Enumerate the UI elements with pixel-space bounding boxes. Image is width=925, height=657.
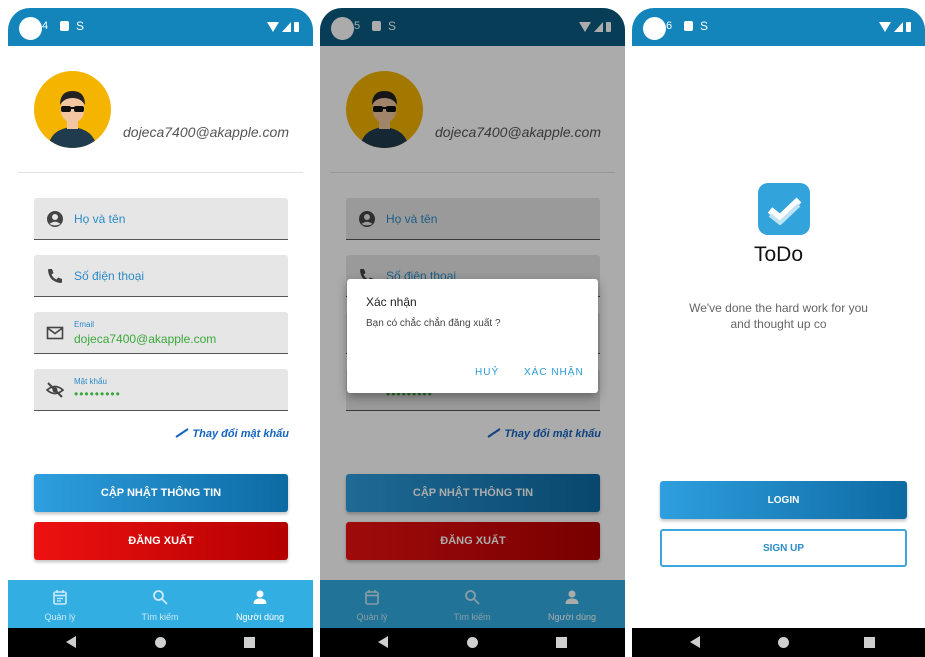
- phone-logout-dialog-screen: 5 S dojeca7400@akapple.com Họ và tên Số …: [320, 8, 625, 657]
- dialog-confirm-button[interactable]: XÁC NHẬN: [524, 367, 584, 378]
- status-icons: [879, 22, 911, 32]
- nav-item-search[interactable]: Tìm kiếm: [110, 580, 210, 628]
- email-value: dojeca7400@akapple.com: [74, 332, 217, 346]
- logout-button[interactable]: ĐĂNG XUẤT: [34, 522, 288, 560]
- home-icon[interactable]: [155, 637, 166, 648]
- nav-label-manage: Quản lý: [44, 612, 76, 622]
- camera-cutout: [19, 17, 42, 40]
- system-navigation-bar: [320, 628, 625, 657]
- calendar-icon: [53, 590, 67, 605]
- divider: [18, 172, 303, 173]
- recents-icon[interactable]: [864, 637, 875, 648]
- status-icons: [267, 22, 299, 32]
- status-bar: 6 S: [632, 8, 925, 46]
- back-icon[interactable]: [378, 636, 388, 648]
- app-logo: [758, 183, 810, 235]
- home-icon[interactable]: [467, 637, 478, 648]
- wifi-icon: [879, 22, 891, 32]
- visibility-off-icon[interactable]: [46, 381, 64, 399]
- dialog-message: Bạn có chắc chắn đăng xuất ?: [366, 318, 501, 329]
- home-icon[interactable]: [778, 637, 789, 648]
- profile-email: dojeca7400@akapple.com: [123, 124, 289, 140]
- tagline-line-2: and thought up co: [730, 317, 827, 331]
- nav-label-search: Tìm kiếm: [141, 612, 179, 622]
- signup-button[interactable]: SIGN UP: [660, 529, 907, 567]
- wifi-icon: [267, 22, 279, 32]
- password-value: •••••••••: [74, 387, 121, 401]
- status-bar: 4 S: [8, 8, 313, 46]
- full-name-label: Họ và tên: [74, 212, 126, 226]
- pencil-icon: [175, 428, 189, 438]
- phone-label: Số điện thoại: [74, 269, 145, 283]
- back-icon[interactable]: [66, 636, 76, 648]
- logout-confirm-dialog: Xác nhận Bạn có chắc chắn đăng xuất ? HU…: [347, 279, 598, 393]
- app-name: ToDo: [753, 243, 804, 266]
- update-info-button[interactable]: CẬP NHẬT THÔNG TIN: [34, 474, 288, 512]
- camera-cutout: [643, 17, 666, 40]
- search-icon: [153, 590, 168, 605]
- sd-card-icon: [684, 21, 693, 31]
- password-label: Mật khẩu: [74, 377, 107, 386]
- system-navigation-bar: [632, 628, 925, 657]
- mail-icon: [46, 326, 64, 340]
- nav-label-user: Người dùng: [236, 612, 284, 622]
- email-field[interactable]: Email dojeca7400@akapple.com: [34, 312, 288, 354]
- status-time: 4: [42, 20, 49, 32]
- tagline-line-1: We've done the hard work for you: [689, 301, 868, 315]
- notification-icon: S: [76, 19, 85, 33]
- person-icon: [253, 590, 267, 604]
- phone-icon: [48, 269, 62, 283]
- recents-icon[interactable]: [556, 637, 567, 648]
- avatar[interactable]: [34, 71, 111, 148]
- phone-profile-screen: 4 S dojeca7400@akapple.com Họ và tên Số …: [8, 8, 313, 657]
- change-password-link[interactable]: Thay đổi mật khẩu: [175, 428, 289, 440]
- checkmark-logo-icon: [767, 197, 802, 225]
- change-password-label: Thay đổi mật khẩu: [192, 428, 289, 440]
- login-button[interactable]: LOGIN: [660, 481, 907, 519]
- avatar-person-icon: [48, 91, 97, 148]
- bottom-navigation: Quản lý Tìm kiếm Người dùng: [8, 580, 313, 628]
- account-circle-icon: [47, 211, 63, 227]
- phone-welcome-screen: 6 S ToDo We've done the hard work for yo…: [632, 8, 925, 657]
- phone-field[interactable]: Số điện thoại: [34, 255, 288, 297]
- full-name-field[interactable]: Họ và tên: [34, 198, 288, 240]
- tagline: We've done the hard work for you and tho…: [632, 300, 925, 332]
- sd-card-icon: [60, 21, 69, 31]
- back-icon[interactable]: [690, 636, 700, 648]
- email-label: Email: [74, 320, 95, 329]
- screenshot-stage: 4 S dojeca7400@akapple.com Họ và tên Số …: [0, 0, 925, 657]
- battery-icon: [294, 22, 299, 32]
- battery-icon: [906, 22, 911, 32]
- system-navigation-bar: [8, 628, 313, 657]
- signal-icon: [282, 22, 291, 32]
- status-time: 6: [666, 20, 673, 32]
- recents-icon[interactable]: [244, 637, 255, 648]
- dialog-title: Xác nhận: [366, 295, 417, 309]
- nav-item-user[interactable]: Người dùng: [210, 580, 310, 628]
- dialog-cancel-button[interactable]: HUỶ: [475, 367, 499, 378]
- nav-item-manage[interactable]: Quản lý: [10, 580, 110, 628]
- password-field[interactable]: Mật khẩu •••••••••: [34, 369, 288, 411]
- signal-icon: [894, 22, 903, 32]
- notification-icon: S: [700, 19, 709, 33]
